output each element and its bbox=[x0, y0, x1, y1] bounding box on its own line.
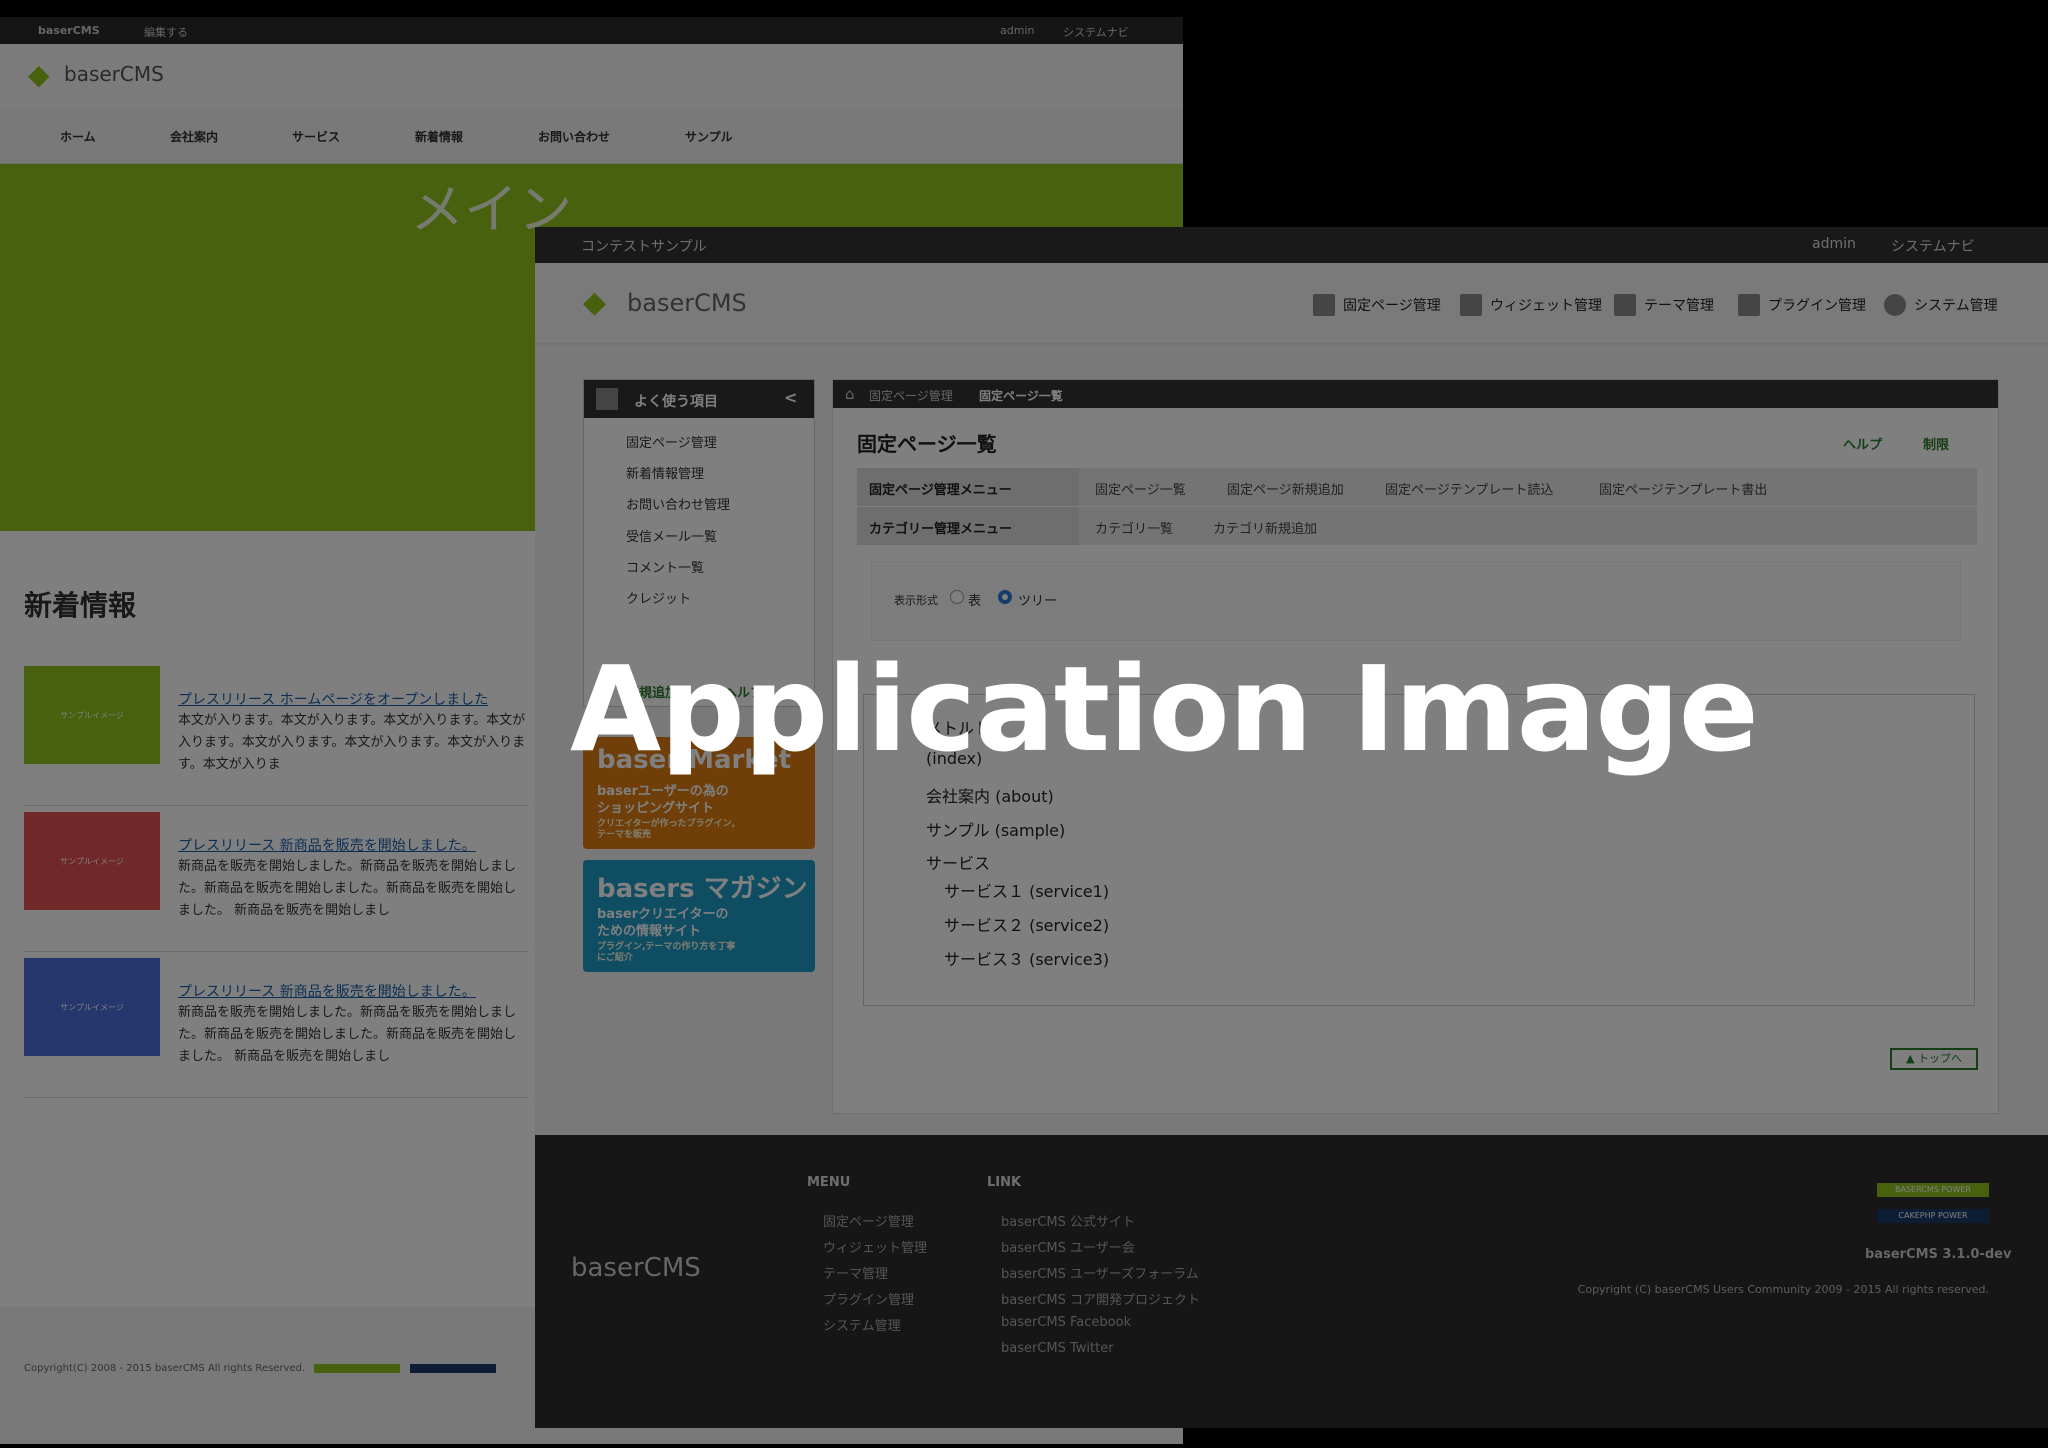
application-image-caption: Application Image bbox=[570, 640, 1759, 778]
